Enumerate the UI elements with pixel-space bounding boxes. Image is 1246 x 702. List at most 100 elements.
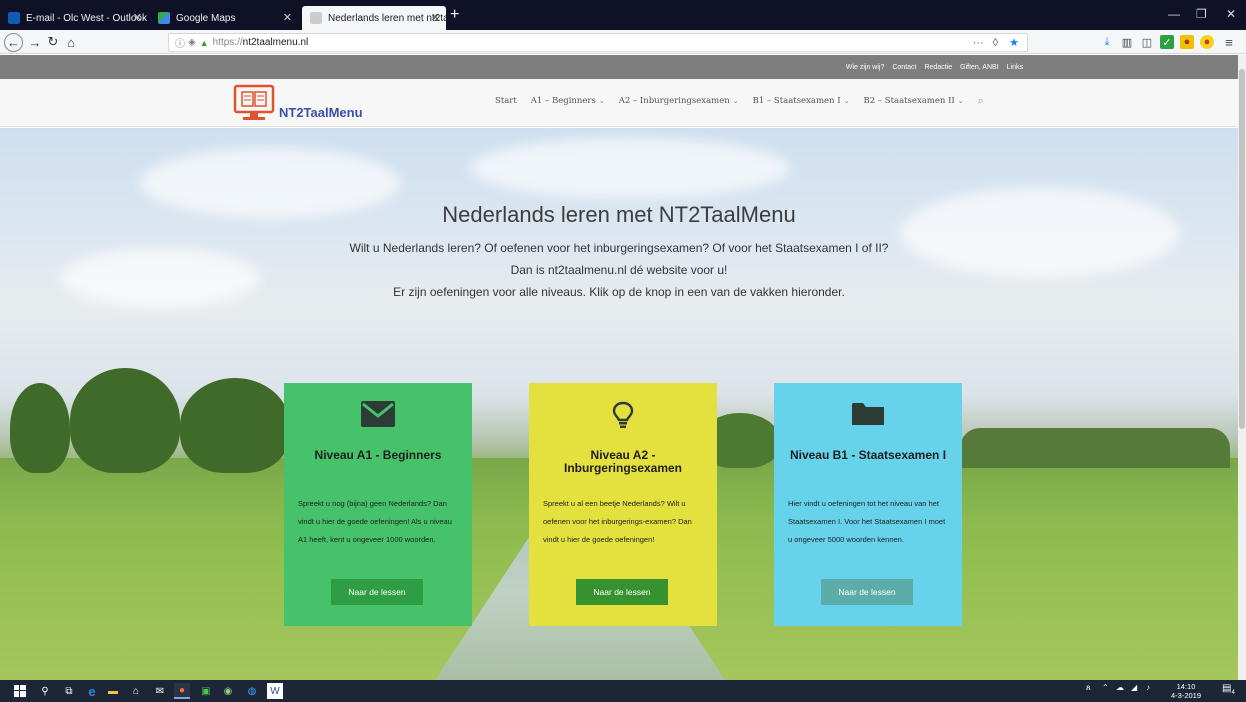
people-icon[interactable]: ጸ <box>1086 683 1091 693</box>
site-logo[interactable]: NT2TaalMenu <box>233 84 363 122</box>
minimize-button[interactable]: — <box>1168 7 1180 21</box>
brand-name: NT2TaalMenu <box>279 104 363 120</box>
pocket-icon[interactable]: ◊ <box>993 37 998 49</box>
app-icon[interactable]: ▣ <box>198 683 214 699</box>
extension-icon-2[interactable]: ● <box>1200 35 1214 49</box>
app-icon-blue[interactable]: ◍ <box>244 683 260 699</box>
menu-label: Start <box>495 96 517 106</box>
naar-de-lessen-a2-button[interactable]: Naar de lessen <box>576 579 668 605</box>
task-view-icon[interactable]: ⧉ <box>61 683 77 699</box>
browser-titlebar: E-mail - Olc West - Outlook ✕ Google Map… <box>0 0 1246 30</box>
firefox-icon[interactable]: ● <box>174 683 190 699</box>
back-button[interactable]: ← <box>4 33 23 52</box>
maximize-button[interactable]: ❐ <box>1196 7 1207 21</box>
url-protocol: https:// <box>212 37 243 48</box>
card-title: Niveau A1 - Beginners <box>314 448 442 462</box>
card-description: Spreekt u al een beetje Nederlands? Wilt… <box>543 499 692 544</box>
naar-de-lessen-a1-button[interactable]: Naar de lessen <box>331 579 423 605</box>
tab-google-maps[interactable]: Google Maps ✕ <box>150 6 298 30</box>
onedrive-icon[interactable]: ☁ <box>1116 683 1124 692</box>
card-title: Niveau A2 - Inburgeringsexamen <box>563 448 683 475</box>
store-icon[interactable]: ⌂ <box>128 683 144 699</box>
card-title: Niveau B1 - Staatsexamen I <box>789 448 947 462</box>
lightbulb-icon <box>529 401 717 428</box>
search-icon[interactable]: ⌕ <box>978 94 984 108</box>
extension-icon[interactable]: ● <box>1180 35 1194 49</box>
main-menu: Start A1 – Beginners ⌄ A2 – Inburgeringse… <box>495 94 984 108</box>
menu-item-a2[interactable]: A2 – Inburgeringsexamen ⌄ <box>619 96 739 108</box>
link-giften-anbi[interactable]: Giften, ANBI <box>960 64 999 71</box>
hamburger-menu-icon[interactable]: ≡ <box>1222 35 1236 50</box>
page-actions-icon[interactable]: ··· <box>973 37 984 49</box>
volume-icon[interactable]: ♪ <box>1146 683 1150 692</box>
menu-item-start[interactable]: Start <box>495 96 517 108</box>
close-icon[interactable]: ✕ <box>133 11 142 24</box>
chevron-down-icon: ⌄ <box>732 97 739 105</box>
maps-icon <box>158 12 170 24</box>
chevron-down-icon: ⌄ <box>957 97 964 105</box>
tree <box>180 378 290 473</box>
url-bar[interactable]: ⓘ ◈ ▲ https:// nt2taalmenu.nl ··· ◊ ★ <box>168 33 1028 52</box>
system-clock[interactable]: 14:10 4-3-2019 <box>1171 682 1201 700</box>
file-explorer-icon[interactable]: ▬ <box>105 683 121 699</box>
top-links-bar: Wie zijn wij? Contact Redactie Giften, A… <box>0 55 1238 79</box>
windows-start-icon[interactable] <box>12 683 28 699</box>
link-wie-zijn-wij[interactable]: Wie zijn wij? <box>846 64 885 71</box>
naar-de-lessen-b1-button[interactable]: Naar de lessen <box>821 579 913 605</box>
chevron-down-icon: ⌄ <box>843 97 850 105</box>
tree-line <box>960 428 1230 468</box>
info-icon[interactable]: ⓘ <box>175 35 185 50</box>
clock-time: 14:10 <box>1176 682 1196 691</box>
network-icon[interactable]: ◢ <box>1131 683 1137 692</box>
word-icon[interactable]: W <box>267 683 283 699</box>
chrome-like-icon[interactable]: ◉ <box>220 683 236 699</box>
close-icon[interactable]: ✕ <box>431 11 440 24</box>
card-a1: Niveau A1 - Beginners Spreekt u nog (bij… <box>284 383 472 626</box>
menu-item-b1[interactable]: B1 – Staatsexamen I ⌄ <box>753 96 850 108</box>
hero-section: Nederlands leren met NT2TaalMenu Wilt u … <box>0 128 1238 680</box>
tab-outlook[interactable]: E-mail - Olc West - Outlook ✕ <box>0 6 148 30</box>
clock-date: 4-3-2019 <box>1171 691 1202 700</box>
home-button[interactable]: ⌂ <box>62 33 80 51</box>
close-window-button[interactable]: ✕ <box>1226 7 1236 21</box>
card-a2: Niveau A2 - Inburgeringsexamen Spreekt u… <box>529 383 717 626</box>
lock-icon[interactable]: ▲ <box>200 38 209 48</box>
chevron-up-icon[interactable]: ⌃ <box>1102 683 1109 692</box>
checkmark-extension-icon[interactable]: ✓ <box>1160 35 1174 49</box>
cloud <box>60 248 260 308</box>
link-links[interactable]: Links <box>1007 64 1023 71</box>
downloads-icon[interactable]: ⤓ <box>1100 35 1114 49</box>
link-redactie[interactable]: Redactie <box>924 64 952 71</box>
card-description: Spreekt u nog (bijna) geen Nederlands? D… <box>298 499 452 544</box>
card-b1: Niveau B1 - Staatsexamen I Hier vindt u … <box>774 383 962 626</box>
hero-title: Nederlands leren met NT2TaalMenu <box>442 202 796 227</box>
new-tab-button[interactable]: + <box>450 6 459 24</box>
tab-nt2taalmenu[interactable]: Nederlands leren met nt2taalm ✕ <box>302 6 446 30</box>
menu-item-a1[interactable]: A1 – Beginners ⌄ <box>531 96 605 108</box>
forward-button[interactable]: → <box>26 33 44 51</box>
menu-item-b2[interactable]: B2 – Staatsexamen II ⌄ <box>863 96 963 108</box>
notification-count: 4 <box>1231 690 1235 696</box>
tab-title: Google Maps <box>176 12 236 24</box>
link-contact[interactable]: Contact <box>892 64 916 71</box>
bookmark-star-icon[interactable]: ★ <box>1009 37 1019 49</box>
reload-button[interactable]: ↻ <box>44 33 62 51</box>
tree <box>70 368 180 473</box>
envelope-icon <box>284 401 472 427</box>
edge-icon[interactable]: e <box>84 683 100 699</box>
notifications-icon[interactable]: ▤4 <box>1222 683 1235 696</box>
shield-icon[interactable]: ◈ <box>188 37 196 48</box>
library-icon[interactable]: ▥ <box>1120 35 1134 49</box>
cloud <box>470 138 790 198</box>
hero-line-1: Wilt u Nederlands leren? Of oefenen voor… <box>349 241 889 255</box>
menu-label: A1 – Beginners <box>530 96 596 106</box>
vertical-scrollbar[interactable] <box>1238 55 1246 680</box>
outlook-icon <box>8 12 20 24</box>
sidebar-icon[interactable]: ◫ <box>1140 35 1154 49</box>
scrollbar-thumb[interactable] <box>1239 69 1245 429</box>
site-header: NT2TaalMenu Start A1 – Beginners ⌄ A2 – I… <box>0 79 1238 127</box>
search-icon[interactable]: ⚲ <box>37 683 53 699</box>
hero-line-3: Er zijn oefeningen voor alle niveaus. Kl… <box>393 285 845 299</box>
close-icon[interactable]: ✕ <box>283 11 292 24</box>
mail-icon[interactable]: ✉ <box>152 683 168 699</box>
